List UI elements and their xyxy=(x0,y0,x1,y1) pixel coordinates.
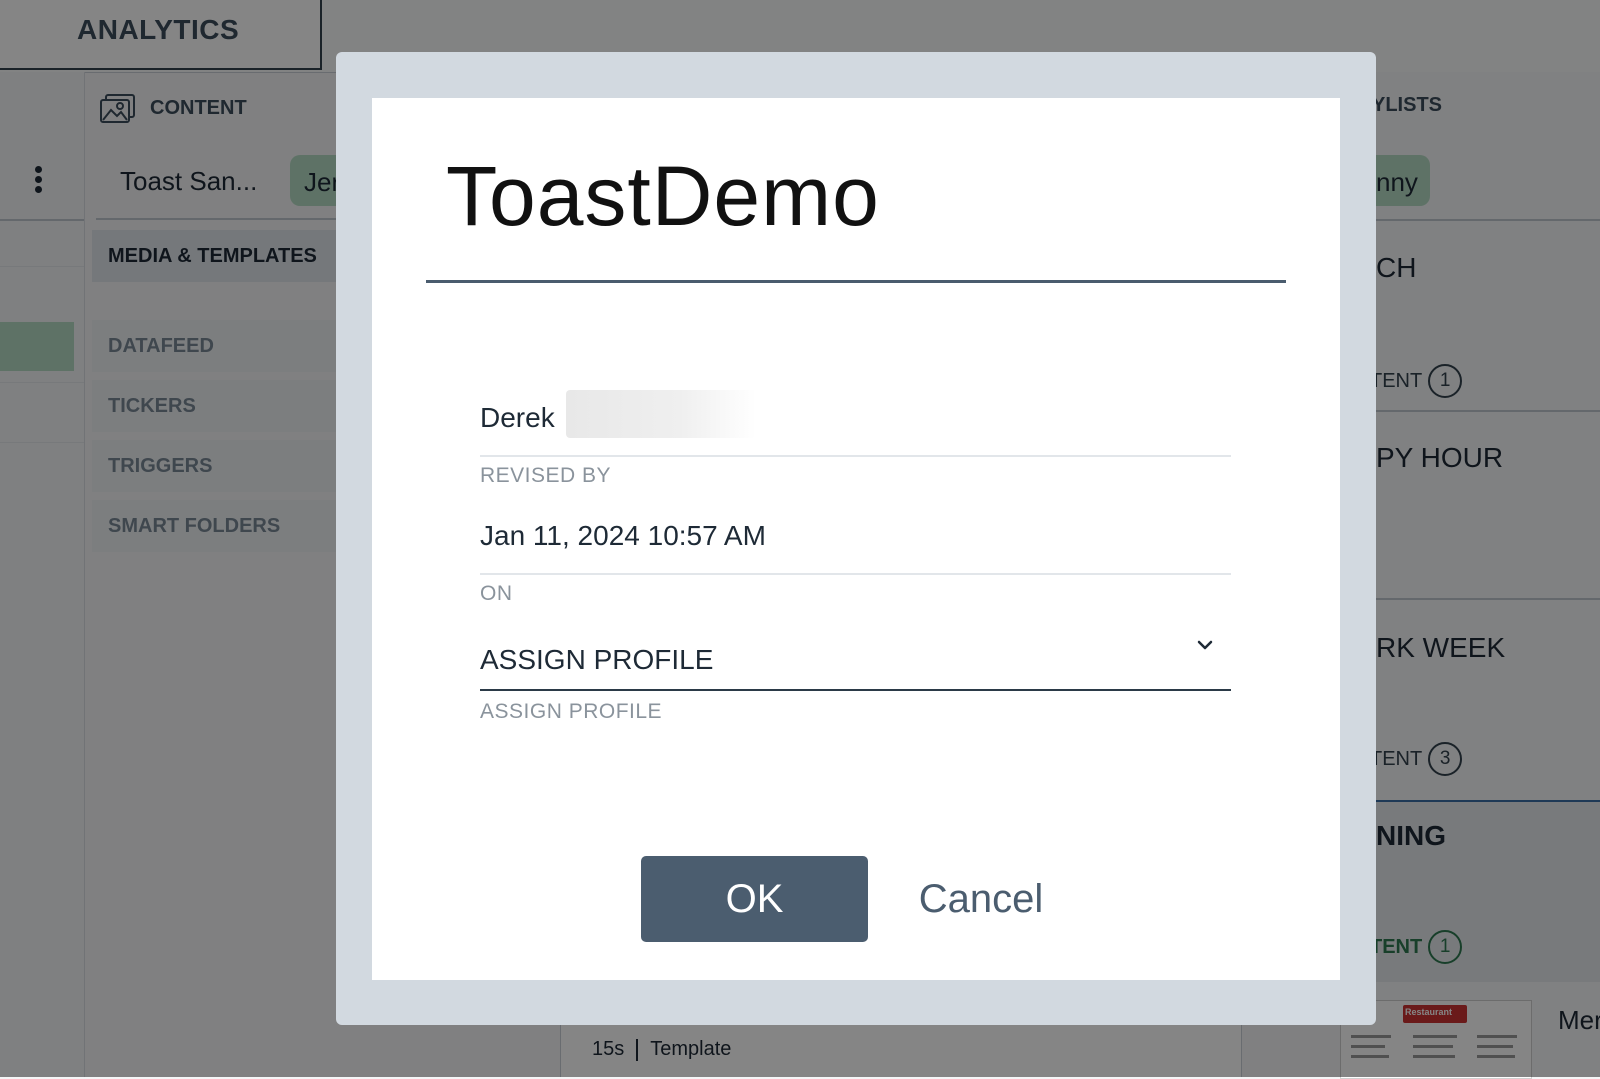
assign-profile-label: ASSIGN PROFILE xyxy=(480,700,663,723)
revised-on-label: ON xyxy=(480,582,513,605)
revised-on-underline xyxy=(480,573,1231,575)
revised-on-value: Jan 11, 2024 10:57 AM xyxy=(480,520,766,551)
ok-button[interactable]: OK xyxy=(641,856,868,942)
chevron-down-icon[interactable] xyxy=(1194,634,1216,656)
cancel-button[interactable]: Cancel xyxy=(896,856,1066,942)
assign-profile-select-value: ASSIGN PROFILE xyxy=(480,644,714,675)
dialog-title: ToastDemo xyxy=(446,149,880,243)
revised-by-value: Derek xyxy=(480,402,555,433)
dialog-title-divider xyxy=(426,280,1286,283)
assign-profile-select[interactable]: ASSIGN PROFILE xyxy=(480,644,1231,688)
revised-by-label: REVISED BY xyxy=(480,464,612,487)
redacted-surname xyxy=(566,390,756,438)
assign-profile-underline xyxy=(480,689,1231,691)
revised-by-underline xyxy=(480,455,1231,457)
